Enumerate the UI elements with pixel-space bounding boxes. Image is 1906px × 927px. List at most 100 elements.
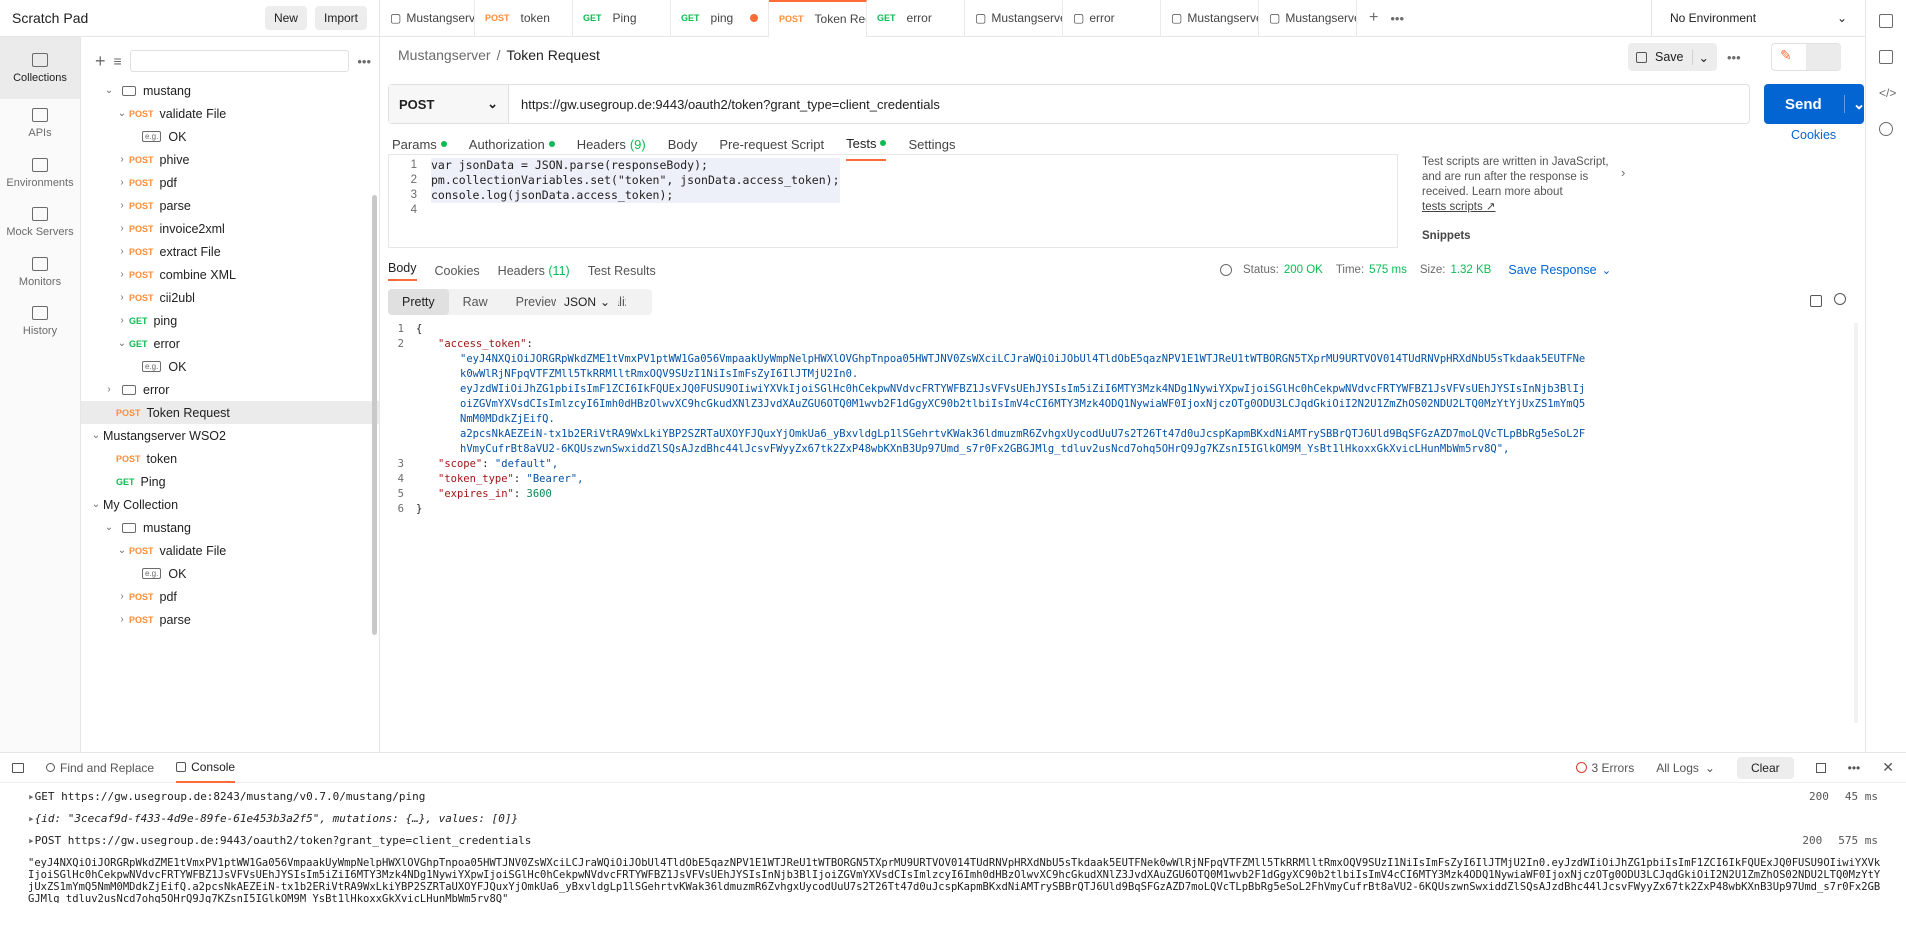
- code-line[interactable]: var jsonData = JSON.parse(responseBody);: [431, 158, 840, 173]
- response-tab-test-results[interactable]: Test Results: [588, 264, 656, 278]
- chevron-right-icon[interactable]: ›: [115, 177, 129, 188]
- expand-icon[interactable]: ▸: [28, 834, 35, 847]
- code-line[interactable]: [431, 203, 840, 218]
- chevron-right-icon[interactable]: ›: [115, 614, 129, 625]
- tab-token-requ[interactable]: POST Token Requ: [769, 0, 867, 37]
- more-icon[interactable]: •••: [357, 54, 371, 69]
- tree-item[interactable]: ⌄ mustang: [81, 79, 379, 102]
- chevron-right-icon[interactable]: ›: [115, 292, 129, 303]
- tab-error[interactable]: GET error: [867, 0, 965, 37]
- send-button[interactable]: Send ⌄: [1764, 84, 1865, 124]
- response-scrollbar[interactable]: [1854, 323, 1858, 723]
- tab-token[interactable]: POST token: [475, 0, 573, 37]
- rail-item-collections[interactable]: Collections: [0, 37, 80, 99]
- chevron-down-icon[interactable]: ⌄: [102, 522, 116, 533]
- tree-item[interactable]: ⌄ Mustangserver WSO2: [81, 424, 379, 447]
- chevron-right-icon[interactable]: ›: [115, 154, 129, 165]
- tests-code[interactable]: var jsonData = JSON.parse(responseBody);…: [417, 155, 840, 218]
- console-entry[interactable]: ▸ GET https://gw.usegroup.de:8243/mustan…: [0, 785, 1906, 807]
- errors-filter[interactable]: 3 Errors: [1575, 761, 1634, 775]
- find-replace-tab[interactable]: Find and Replace: [46, 761, 154, 775]
- chevron-right-icon[interactable]: ›: [115, 315, 129, 326]
- tree-item[interactable]: POST Token Request: [81, 401, 379, 424]
- tab-error[interactable]: ▢ error: [1063, 0, 1161, 37]
- breadcrumb-parent[interactable]: Mustangserver: [398, 47, 491, 63]
- chevron-down-icon[interactable]: ⌄: [89, 430, 103, 441]
- code-icon[interactable]: </>: [1879, 86, 1896, 100]
- tree-item[interactable]: › POST cii2ubl: [81, 286, 379, 309]
- tab-ping[interactable]: GET ping: [671, 0, 769, 37]
- chevron-down-icon[interactable]: ⌄: [115, 338, 129, 349]
- tree-item[interactable]: GET Ping: [81, 470, 379, 493]
- new-button[interactable]: New: [264, 6, 307, 30]
- tree-item[interactable]: › POST phive: [81, 148, 379, 171]
- expand-icon[interactable]: ▸: [28, 812, 35, 825]
- environment-selector[interactable]: No Environment ⌄: [1651, 0, 1865, 37]
- chevron-down-icon[interactable]: ⌄: [102, 85, 116, 96]
- tree-item[interactable]: › POST extract File: [81, 240, 379, 263]
- wrap-lines-icon[interactable]: [626, 289, 652, 315]
- chevron-down-icon[interactable]: ⌄: [89, 499, 103, 510]
- response-tab-cookies[interactable]: Cookies: [435, 264, 480, 278]
- more-icon[interactable]: •••: [1727, 50, 1741, 65]
- info-icon[interactable]: [1879, 122, 1893, 136]
- tree-item[interactable]: › POST pdf: [81, 171, 379, 194]
- tree-item[interactable]: ⌄ POST validate File: [81, 539, 379, 562]
- tree-item[interactable]: › POST pdf: [81, 585, 379, 608]
- search-icon[interactable]: [1834, 293, 1846, 305]
- rail-item-monitors[interactable]: Monitors: [0, 248, 80, 298]
- more-icon[interactable]: •••: [1848, 761, 1861, 775]
- tree-item[interactable]: › POST combine XML: [81, 263, 379, 286]
- method-select[interactable]: POST ⌄: [389, 85, 509, 123]
- save-response-button[interactable]: Save Response: [1508, 263, 1596, 277]
- tree-scrollbar[interactable]: [372, 195, 377, 635]
- add-tab-icon[interactable]: +: [1357, 9, 1390, 27]
- log-level-select[interactable]: All Logs ⌄: [1656, 761, 1715, 775]
- tree-item[interactable]: ⌄ POST validate File: [81, 102, 379, 125]
- console-entry[interactable]: ▸ POST https://gw.usegroup.de:9443/oauth…: [0, 829, 1906, 851]
- tree-item[interactable]: › POST parse: [81, 608, 379, 631]
- tree-item[interactable]: POST token: [81, 447, 379, 470]
- comments-icon[interactable]: [1879, 50, 1893, 64]
- code-line[interactable]: pm.collectionVariables.set("token", json…: [431, 173, 840, 188]
- tab-mustangserver[interactable]: ▢ Mustangserver: [965, 0, 1063, 37]
- tests-scripts-link[interactable]: tests scripts ↗: [1422, 200, 1617, 215]
- chevron-right-icon[interactable]: ›: [102, 384, 116, 395]
- more-tabs-icon[interactable]: •••: [1390, 11, 1404, 26]
- chevron-right-icon[interactable]: ›: [1621, 165, 1625, 180]
- view-mode-pretty[interactable]: Pretty: [388, 289, 449, 315]
- expand-icon[interactable]: ▸: [28, 790, 35, 803]
- tab-mustangserver[interactable]: ▢ Mustangserver: [380, 0, 475, 37]
- filter-icon[interactable]: ≡: [114, 53, 122, 69]
- tab-ping[interactable]: GET Ping: [573, 0, 671, 37]
- view-mode-raw[interactable]: Raw: [449, 289, 502, 315]
- clear-button[interactable]: Clear: [1736, 756, 1794, 779]
- response-tab-body[interactable]: Body: [388, 261, 417, 281]
- chevron-right-icon[interactable]: ›: [115, 223, 129, 234]
- tree-item[interactable]: › POST parse: [81, 194, 379, 217]
- tree-item[interactable]: e.g. OK: [81, 125, 379, 148]
- console-tab[interactable]: Console: [176, 753, 236, 783]
- layout-icon[interactable]: [12, 762, 24, 773]
- chevron-right-icon[interactable]: ›: [115, 591, 129, 602]
- tree-item[interactable]: ⌄ mustang: [81, 516, 379, 539]
- tests-editor[interactable]: 1 2 3 4 var jsonData = JSON.parse(responseB…: [388, 154, 1398, 248]
- copy-icon[interactable]: [1815, 762, 1826, 773]
- console-entry[interactable]: ▸ {id: "3cecaf9d-f433-4d9e-89fe-61e453b3…: [0, 807, 1906, 829]
- close-icon[interactable]: ✕: [1882, 759, 1894, 776]
- rail-item-environments[interactable]: Environments: [0, 149, 80, 199]
- tree-item[interactable]: e.g. OK: [81, 562, 379, 585]
- add-icon[interactable]: +: [95, 51, 106, 72]
- send-dropdown-icon[interactable]: ⌄: [1843, 95, 1865, 113]
- tree-item[interactable]: › POST invoice2xml: [81, 217, 379, 240]
- code-line[interactable]: console.log(jsonData.access_token);: [431, 188, 840, 203]
- chevron-right-icon[interactable]: ›: [115, 246, 129, 257]
- chevron-right-icon[interactable]: ›: [115, 200, 129, 211]
- import-button[interactable]: Import: [314, 6, 367, 30]
- tree-item[interactable]: ⌄ My Collection: [81, 493, 379, 516]
- chevron-right-icon[interactable]: ›: [115, 269, 129, 280]
- rail-item-apis[interactable]: APIs: [0, 99, 80, 149]
- response-tab-headers[interactable]: Headers (11): [498, 264, 570, 278]
- copy-icon[interactable]: [1810, 295, 1822, 307]
- format-select[interactable]: JSON ⌄: [556, 289, 618, 315]
